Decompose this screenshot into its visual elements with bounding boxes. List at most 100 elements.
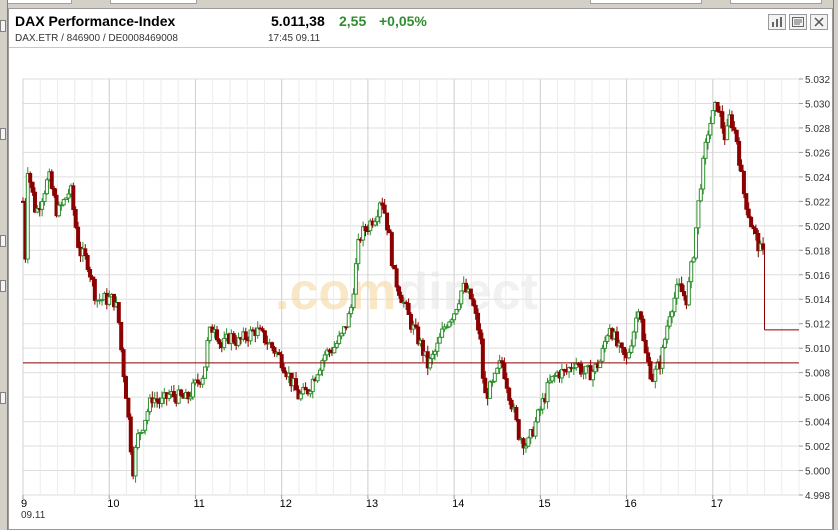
y-tick-label: 5.016 [805,271,830,282]
candle-body [217,339,222,345]
y-tick-label: 5.014 [805,295,830,306]
candle-body [720,111,725,129]
candle-body [705,134,710,143]
candle-body [746,208,751,218]
candle-body [468,288,473,300]
candle-body [682,291,687,297]
y-tick-label: 5.006 [805,393,830,404]
candle-body [135,433,140,448]
right-scroll-bar[interactable] [833,0,838,530]
candle-body [356,238,361,265]
candle-body [215,329,219,341]
candle-body [179,389,184,396]
candle-body [456,303,461,310]
candle-body [473,304,478,314]
candle-body [670,311,675,318]
side-marker[interactable] [0,235,6,247]
candle-body [492,372,497,382]
candle-body [351,293,356,308]
candle-body [406,303,411,315]
candle-body [667,316,672,327]
candle-body [631,331,636,347]
candle-body [648,361,653,380]
candle-body [42,193,47,202]
x-date-label: 09.11 [21,510,46,521]
candle-body [231,333,236,343]
quote-chart-panel: DAX Performance-Index DAX.ETR / 846900 /… [8,8,833,530]
candle-body [741,170,746,195]
candle-body [694,227,699,259]
candle-body [279,354,284,369]
x-tick-label: 9 [21,498,27,510]
candle-body [478,329,483,340]
candle-body [294,378,299,391]
window-tab[interactable] [110,0,197,4]
window-tab[interactable] [590,0,702,4]
y-tick-label: 5.012 [805,320,830,331]
candle-body [696,200,701,229]
candle-body [454,308,459,315]
candle-body [243,331,248,340]
candle-body [440,328,445,338]
candle-body [248,329,253,342]
candle-body [143,419,148,431]
y-tick-label: 5.008 [805,369,830,380]
candle-body [603,340,607,349]
x-tick-label: 15 [538,498,550,510]
candle-body [385,212,390,231]
candle-body [447,321,452,328]
candle-body [337,335,342,344]
x-tick-label: 14 [452,498,464,510]
candle-body [123,376,128,399]
left-scroll-bar[interactable] [0,0,8,530]
candle-body [128,416,133,453]
candle-body [66,193,71,199]
candle-body [56,204,61,217]
candle-body [710,110,715,125]
candle-body [703,141,708,159]
candle-body [107,296,112,305]
candle-body [71,185,76,211]
y-tick-label: 5.026 [805,148,830,159]
candle-body [282,367,287,374]
side-marker[interactable] [0,20,6,32]
candle-body [605,335,610,342]
x-tick-label: 11 [193,498,204,510]
candle-body [715,101,720,112]
candle-body [270,342,275,349]
window-tab[interactable] [730,0,822,4]
candle-body [471,298,476,306]
side-marker[interactable] [0,392,6,404]
candle-body [119,321,124,351]
price-chart: .comdirect 5.032 5.030 5.028 5.026 5.024 5.02… [21,75,830,521]
y-tick-label: 5.010 [805,344,830,355]
candle-body [701,157,706,190]
candle-body [76,226,81,248]
candle-body [394,268,399,288]
candle-body [550,375,555,382]
candle-body [514,407,519,421]
candle-body [535,409,540,423]
candle-body [222,337,227,349]
candle-body [373,221,378,226]
y-axis: 5.032 5.030 5.028 5.026 5.024 5.022 5.020 5.018… [799,75,830,502]
candle-body [363,226,368,231]
candle-body [591,371,596,381]
candle-body [126,397,131,418]
candle-body [88,269,93,278]
candle-body [191,382,196,398]
candle-body [665,325,670,340]
candle-body [145,411,150,421]
side-marker[interactable] [0,128,6,140]
candle-body [116,302,121,323]
candle-body [638,311,643,320]
candle-body [761,243,766,250]
side-marker[interactable] [0,280,6,292]
candle-body [619,342,624,349]
window-tab[interactable] [0,0,72,4]
candle-body [641,318,646,341]
candle-body [375,216,380,223]
y-tick-label: 5.024 [805,173,830,184]
candle-body [507,387,512,401]
y-tick-label: 5.020 [805,222,830,233]
